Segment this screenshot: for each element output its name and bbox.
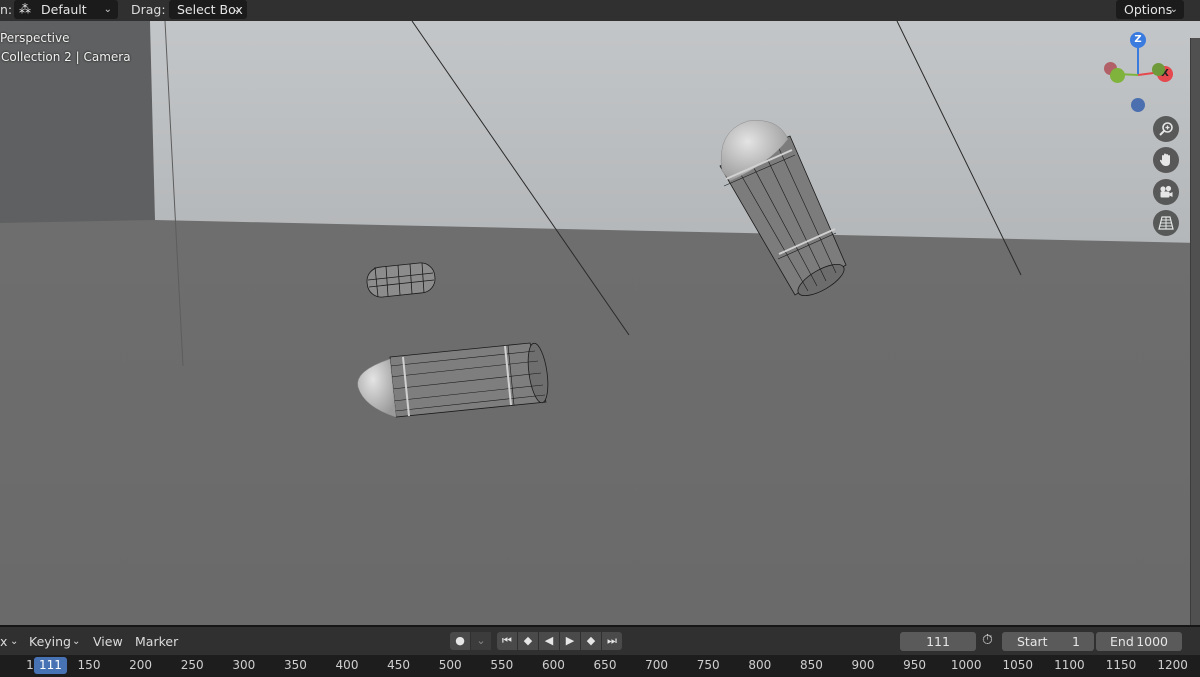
ortho-toggle-button[interactable] xyxy=(1153,210,1179,236)
ruler-tick: 250 xyxy=(180,658,204,672)
record-options[interactable]: ⌄ xyxy=(471,632,491,650)
orientation-value: Default xyxy=(41,2,87,17)
ruler-tick: 150 xyxy=(77,658,101,672)
ruler-tick: 300 xyxy=(232,658,256,672)
ruler-tick: 500 xyxy=(438,658,462,672)
jump-end-icon: ⏭ xyxy=(607,634,617,647)
prev-keyframe-icon: ◆ xyxy=(523,634,533,647)
chevron-down-icon: ⌄ xyxy=(476,634,486,647)
jump-start-icon: ⏮ xyxy=(502,634,512,647)
neg-z-axis-ball[interactable] xyxy=(1131,98,1145,112)
next-keyframe-icon: ◆ xyxy=(586,634,596,647)
view-menu[interactable]: View xyxy=(93,634,123,649)
y-axis-ball[interactable] xyxy=(1110,68,1125,83)
ruler-first-frame: 1 xyxy=(26,658,34,672)
ruler-tick: 400 xyxy=(335,658,359,672)
ruler-tick: 1150 xyxy=(1105,658,1137,672)
ruler-tick: 600 xyxy=(541,658,565,672)
grid-icon xyxy=(1158,216,1174,230)
current-frame-indicator[interactable]: 111 xyxy=(34,657,67,674)
jump-start-button[interactable]: ⏮ xyxy=(497,632,517,650)
collection-info: Collection 2 | Camera xyxy=(1,50,131,64)
play-button[interactable]: ▶ xyxy=(560,632,580,650)
sidebar-edge[interactable] xyxy=(1190,38,1200,625)
ruler-tick: 1050 xyxy=(1002,658,1034,672)
chevron-down-icon: ⌄ xyxy=(10,636,19,647)
options-dropdown[interactable]: Options ⌄ xyxy=(1116,0,1184,19)
end-frame-field[interactable]: End 1000 xyxy=(1096,632,1182,651)
view-name: Perspective xyxy=(0,31,70,45)
ruler-tick: 850 xyxy=(799,658,823,672)
neg-y-axis-ball[interactable] xyxy=(1152,63,1165,76)
start-frame-field[interactable]: Start 1 xyxy=(1002,632,1094,651)
timeline-ruler[interactable]: 1 111 150 200 250 300 350 400 450 500 550 600 650 7… xyxy=(0,655,1200,677)
orientation-label: n: xyxy=(0,2,13,17)
ruler-tick: 700 xyxy=(645,658,669,672)
play-reverse-icon: ◀ xyxy=(544,634,554,647)
orientation-dropdown[interactable]: ⁂ Default ⌄ xyxy=(14,0,118,19)
prev-keyframe-button[interactable]: ◆ xyxy=(518,632,538,650)
chevron-down-icon: ⌄ xyxy=(103,4,112,15)
options-label: Options xyxy=(1124,2,1173,17)
hand-icon xyxy=(1159,153,1170,166)
marker-menu[interactable]: Marker xyxy=(135,634,178,649)
scene-render xyxy=(0,21,1200,625)
keying-menu[interactable]: Keying xyxy=(29,634,71,649)
camera-icon xyxy=(1160,185,1173,198)
navigation-gizmo[interactable]: Z X xyxy=(1100,29,1180,115)
jump-end-button[interactable]: ⏭ xyxy=(602,632,622,650)
ruler-tick: 750 xyxy=(696,658,720,672)
ruler-tick: 1200 xyxy=(1157,658,1188,672)
z-axis-ball[interactable]: Z xyxy=(1130,32,1146,48)
current-frame-field[interactable]: 111 xyxy=(900,632,976,651)
drag-dropdown[interactable]: Select Box ⌄ xyxy=(169,0,247,19)
record-button[interactable]: ● xyxy=(450,632,470,650)
drag-label: Drag: xyxy=(131,2,166,17)
next-keyframe-button[interactable]: ◆ xyxy=(581,632,601,650)
chevron-down-icon: ⌄ xyxy=(72,636,81,647)
ruler-tick: 200 xyxy=(129,658,153,672)
3d-viewport[interactable]: Perspective Collection 2 | Camera Z X xyxy=(0,21,1200,625)
play-icon: ▶ xyxy=(565,634,575,647)
start-value: 1 xyxy=(1072,634,1080,649)
timeline-header: x ⌄ Keying ⌄ View Marker ● ⌄ ⏮ ◆ ◀ ▶ ◆ ⏭… xyxy=(0,627,1200,655)
ruler-tick: 650 xyxy=(593,658,617,672)
ruler-tick: 900 xyxy=(851,658,875,672)
back-wall xyxy=(150,21,1200,243)
ruler-tick: 950 xyxy=(903,658,927,672)
ruler-tick: 450 xyxy=(387,658,411,672)
zoom-button[interactable] xyxy=(1153,116,1179,142)
zoom-icon xyxy=(1159,122,1173,136)
record-icon: ● xyxy=(455,634,465,647)
camera-view-button[interactable] xyxy=(1153,179,1179,205)
ruler-tick: 1000 xyxy=(950,658,982,672)
ruler-tick: 1100 xyxy=(1054,658,1085,672)
pan-button[interactable] xyxy=(1153,147,1179,173)
ruler-tick: 350 xyxy=(283,658,307,672)
start-label: Start xyxy=(1017,634,1048,649)
chevron-down-icon: ⌄ xyxy=(232,4,241,15)
viewport-header: n: ⁂ Default ⌄ Drag: Select Box ⌄ Option… xyxy=(0,0,1200,21)
end-label: End xyxy=(1110,634,1134,649)
ruler-tick: 550 xyxy=(490,658,514,672)
timeline-menu-fragment[interactable]: x xyxy=(0,634,7,649)
transform-orientation-icon: ⁂ xyxy=(19,2,31,16)
stopwatch-icon[interactable]: ⏱ xyxy=(982,632,993,648)
end-value: 1000 xyxy=(1136,634,1168,649)
play-reverse-button[interactable]: ◀ xyxy=(539,632,559,650)
chevron-down-icon: ⌄ xyxy=(1169,4,1178,15)
ruler-tick: 800 xyxy=(748,658,772,672)
